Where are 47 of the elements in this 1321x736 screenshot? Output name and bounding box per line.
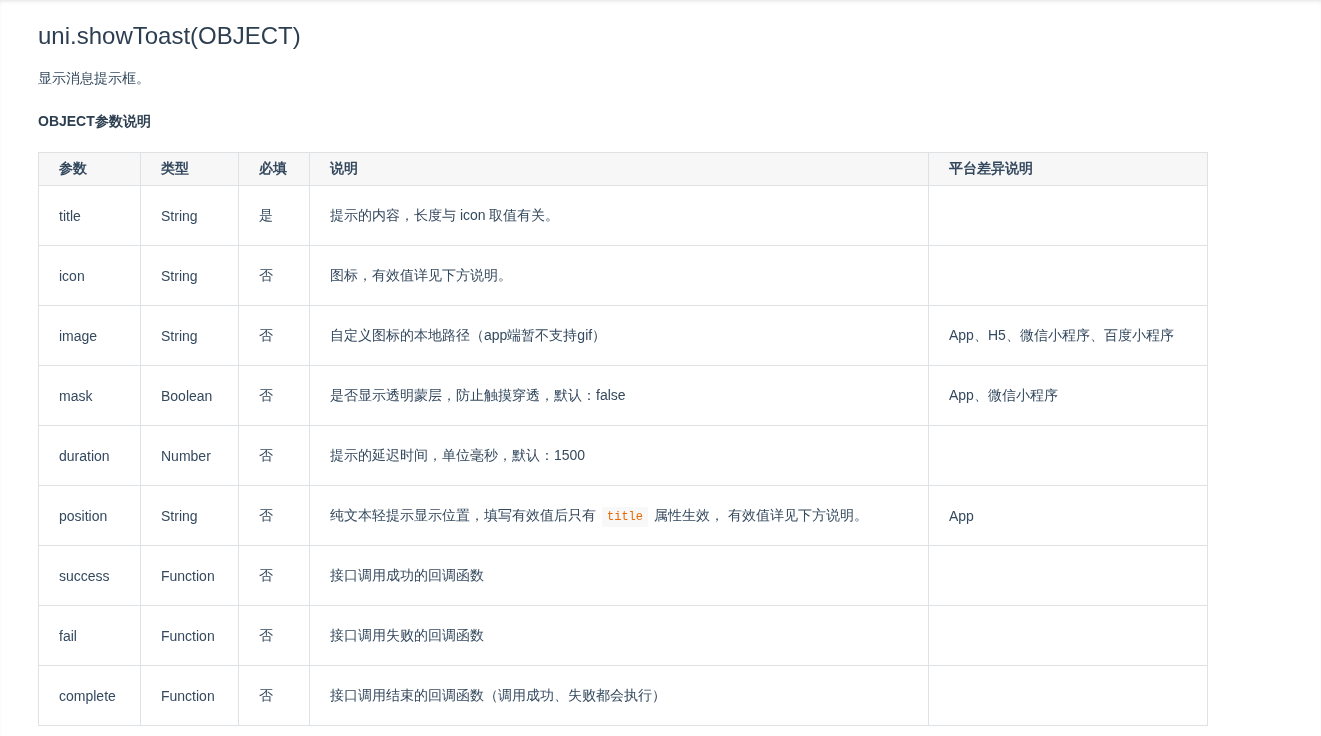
table-cell: 是 bbox=[238, 185, 310, 246]
table-cell: fail bbox=[38, 605, 141, 666]
table-cell: Number bbox=[140, 425, 239, 486]
column-header: 平台差异说明 bbox=[928, 152, 1208, 186]
table-cell: complete bbox=[38, 665, 141, 726]
table-cell: position bbox=[38, 485, 141, 546]
platform-text: App、微信小程序 bbox=[949, 386, 1058, 403]
section-heading: OBJECT参数说明 bbox=[38, 113, 152, 131]
table-cell: 否 bbox=[238, 665, 310, 726]
description-text: 图标，有效值详见下方说明。 bbox=[330, 266, 512, 283]
description-text: 接口调用失败的回调函数 bbox=[330, 626, 484, 643]
page-title: uni.showToast(OBJECT) bbox=[38, 22, 302, 50]
table-cell: icon bbox=[38, 245, 141, 306]
description-text: 是否显示透明蒙层，防止触摸穿透，默认：false bbox=[330, 386, 626, 403]
table-cell: Function bbox=[140, 545, 239, 606]
table-cell: duration bbox=[38, 425, 141, 486]
description-text: 接口调用结束的回调函数（调用成功、失败都会执行） bbox=[330, 686, 666, 703]
table-cell: title bbox=[38, 185, 141, 246]
table-cell: mask bbox=[38, 365, 141, 426]
table-cell: 否 bbox=[238, 485, 310, 546]
table-cell: image bbox=[38, 305, 141, 366]
table-cell: Function bbox=[140, 605, 239, 666]
platform-text: App、H5、微信小程序、百度小程序 bbox=[949, 326, 1174, 343]
table-cell: Function bbox=[140, 665, 239, 726]
table-cell: String bbox=[140, 305, 239, 366]
description-text: 提示的内容，长度与 icon 取值有关。 bbox=[330, 206, 560, 223]
table-cell: 否 bbox=[238, 605, 310, 666]
platform-text: App bbox=[949, 507, 974, 524]
column-header: 必填 bbox=[238, 152, 310, 186]
table-cell: success bbox=[38, 545, 141, 606]
description-text: 接口调用成功的回调函数 bbox=[330, 566, 484, 583]
table-cell: Boolean bbox=[140, 365, 239, 426]
table-cell: String bbox=[140, 245, 239, 306]
column-header: 类型 bbox=[140, 152, 239, 186]
description-text: 提示的延迟时间，单位毫秒，默认：1500 bbox=[330, 446, 586, 463]
description-text: 自定义图标的本地路径（app端暂不支持gif） bbox=[330, 326, 607, 343]
table-cell: String bbox=[140, 485, 239, 546]
inline-code: title bbox=[602, 506, 648, 527]
table-cell: 否 bbox=[238, 545, 310, 606]
table-cell: 否 bbox=[238, 365, 310, 426]
table-cell: 否 bbox=[238, 425, 310, 486]
column-header: 说明 bbox=[309, 152, 929, 186]
table-cell: String bbox=[140, 185, 239, 246]
table-cell: 否 bbox=[238, 245, 310, 306]
intro-text: 显示消息提示框。 bbox=[38, 70, 151, 88]
column-header: 参数 bbox=[38, 152, 141, 186]
table-cell: 否 bbox=[238, 305, 310, 366]
